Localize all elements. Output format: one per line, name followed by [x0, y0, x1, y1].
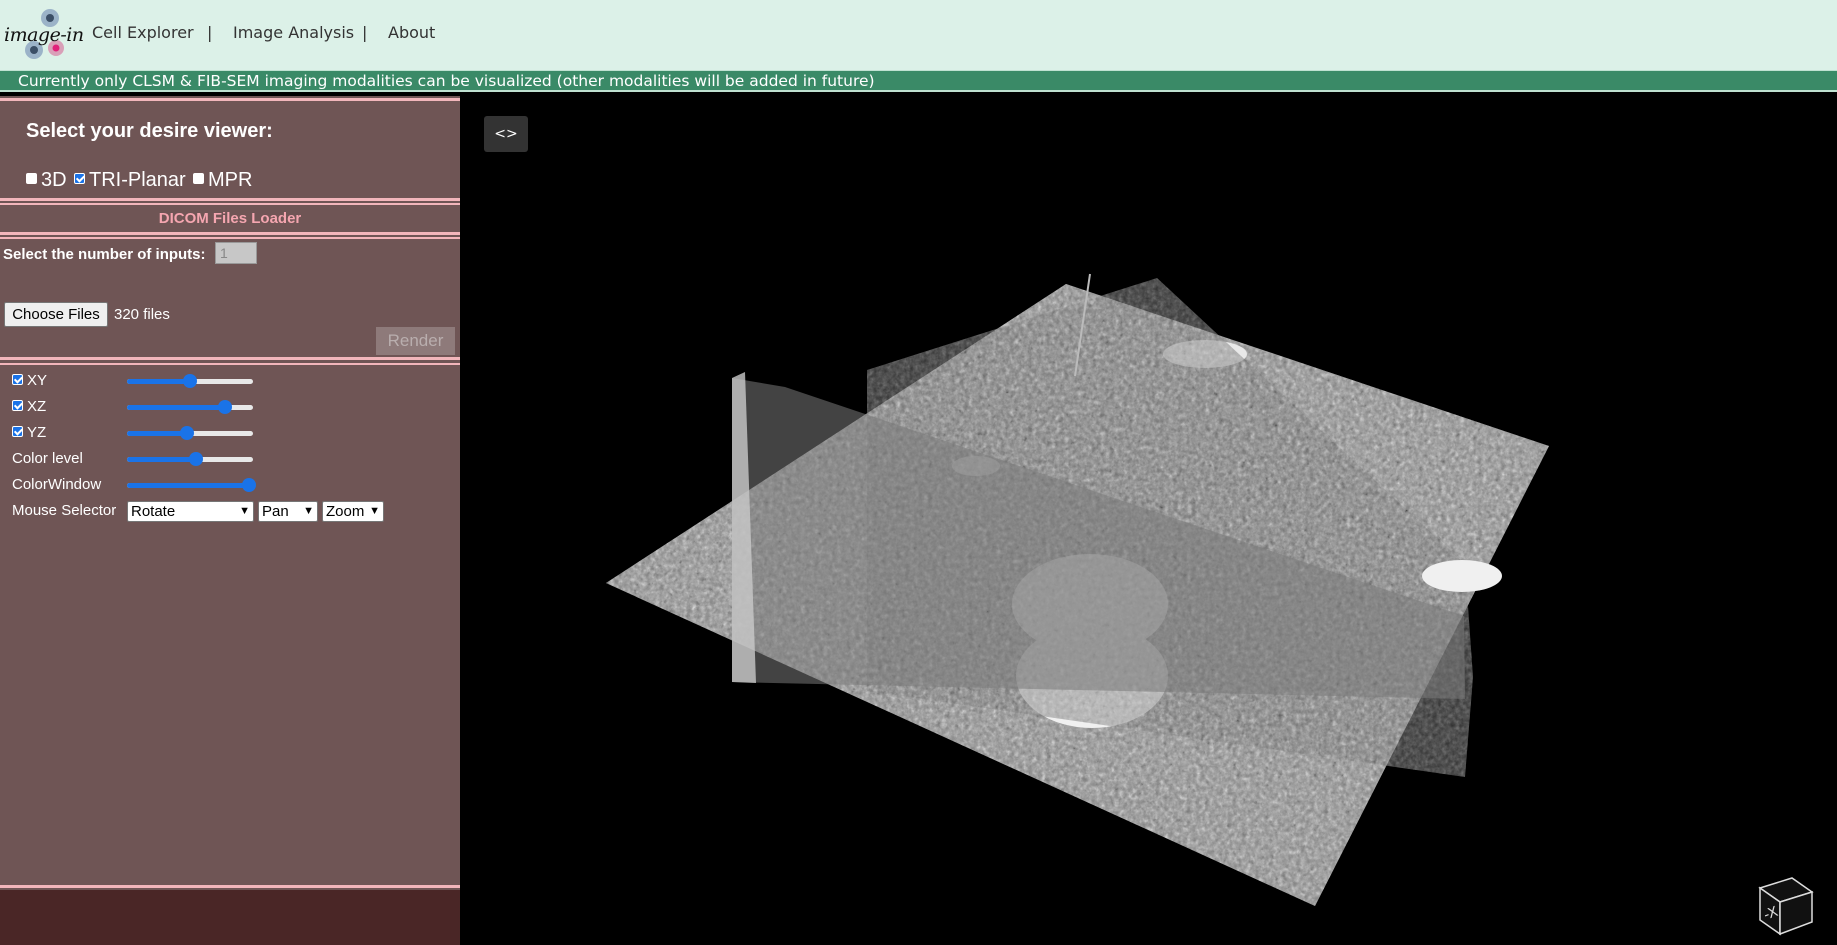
slider-fill — [127, 405, 226, 410]
slider-knob[interactable] — [218, 400, 233, 414]
plane-label: YZ — [27, 424, 47, 441]
plane-label: XZ — [27, 398, 47, 415]
viewer-option-3d[interactable]: 3D — [26, 169, 67, 192]
slider-yz[interactable] — [127, 426, 253, 440]
slider-knob[interactable] — [183, 374, 197, 388]
num-inputs-field[interactable]: 1 — [215, 242, 257, 264]
render-button[interactable]: Render — [376, 327, 455, 355]
banner-text: Currently only CLSM & FIB-SEM imaging mo… — [18, 72, 875, 90]
logo-text: image-in — [4, 24, 84, 46]
select-value: Pan — [262, 503, 289, 520]
panel-footer — [0, 890, 460, 945]
viewer-option-label: 3D — [41, 169, 67, 191]
checkbox-yz[interactable] — [12, 425, 23, 437]
control-panel: Select your desire viewer: 3D TRI-Planar… — [0, 96, 460, 945]
slider-color-window[interactable] — [127, 478, 257, 492]
divider — [0, 363, 460, 365]
tri-planar-viewer[interactable]: <> -X — [460, 96, 1837, 945]
slider-fill — [127, 483, 250, 488]
chevron-down-icon: ▼ — [303, 505, 314, 517]
plane-row-xz: XZ — [12, 398, 46, 415]
mouse-selector-label: Mouse Selector — [12, 502, 117, 519]
nav-link-about[interactable]: About — [388, 23, 435, 42]
dicom-loader-title: DICOM Files Loader — [158, 210, 302, 227]
slider-fill — [127, 431, 188, 436]
viewer-option-mpr[interactable]: MPR — [193, 169, 252, 192]
divider — [0, 98, 460, 101]
checkbox-xz[interactable] — [12, 399, 23, 411]
slider-knob[interactable] — [242, 478, 257, 492]
plane-row-xy: XY — [12, 372, 47, 389]
plane-label: XY — [27, 372, 48, 389]
num-inputs-label: Select the number of inputs: — [3, 246, 206, 263]
logo[interactable]: image-in — [4, 8, 84, 62]
nav-separator: | — [362, 23, 368, 42]
nav-link-image-analysis[interactable]: Image Analysis — [233, 23, 354, 42]
divider — [0, 232, 460, 235]
viewer-option-label: TRI-Planar — [89, 169, 186, 191]
viewer-select-title: Select your desire viewer: — [26, 120, 273, 142]
slider-xz[interactable] — [127, 400, 253, 414]
info-banner: Currently only CLSM & FIB-SEM imaging mo… — [0, 70, 1837, 92]
divider — [0, 237, 460, 239]
volume-render — [606, 273, 1549, 906]
viewer-option-tri-planar[interactable]: TRI-Planar — [74, 169, 186, 192]
select-value: Zoom — [326, 503, 365, 520]
mouse-zoom-select[interactable]: Zoom ▼ — [322, 501, 384, 522]
checkbox-xy[interactable] — [12, 373, 23, 385]
mouse-rotate-select[interactable]: Rotate ▼ — [127, 501, 254, 522]
color-window-label: ColorWindow — [12, 476, 102, 493]
chevron-down-icon: ▼ — [369, 505, 380, 517]
orientation-cube-icon[interactable]: -X — [1750, 866, 1820, 936]
plane-row-yz: YZ — [12, 424, 46, 441]
slider-color-level[interactable] — [127, 452, 253, 466]
top-nav: image-in Cell Explorer | Image Analysis … — [0, 0, 1837, 70]
divider — [0, 357, 460, 360]
slider-fill — [127, 379, 190, 384]
color-level-label: Color level — [12, 450, 83, 467]
divider — [0, 198, 460, 201]
slider-xy[interactable] — [127, 374, 253, 388]
slider-knob[interactable] — [180, 426, 195, 440]
choose-files-button[interactable]: Choose Files — [4, 302, 108, 327]
nav-separator: | — [207, 23, 213, 42]
viewer-option-label: MPR — [208, 169, 253, 191]
nav-link-cell-explorer[interactable]: Cell Explorer — [92, 23, 194, 42]
select-value: Rotate — [131, 503, 176, 520]
checkbox-3d[interactable] — [26, 173, 37, 185]
divider — [0, 203, 460, 205]
files-count: 320 files — [114, 306, 170, 323]
slider-fill — [127, 457, 197, 462]
checkbox-mpr[interactable] — [193, 173, 204, 185]
divider — [0, 885, 460, 888]
checkbox-tri-planar[interactable] — [74, 173, 85, 185]
chevron-down-icon: ▼ — [239, 505, 250, 517]
slider-knob[interactable] — [189, 452, 204, 466]
mouse-pan-select[interactable]: Pan ▼ — [258, 501, 318, 522]
